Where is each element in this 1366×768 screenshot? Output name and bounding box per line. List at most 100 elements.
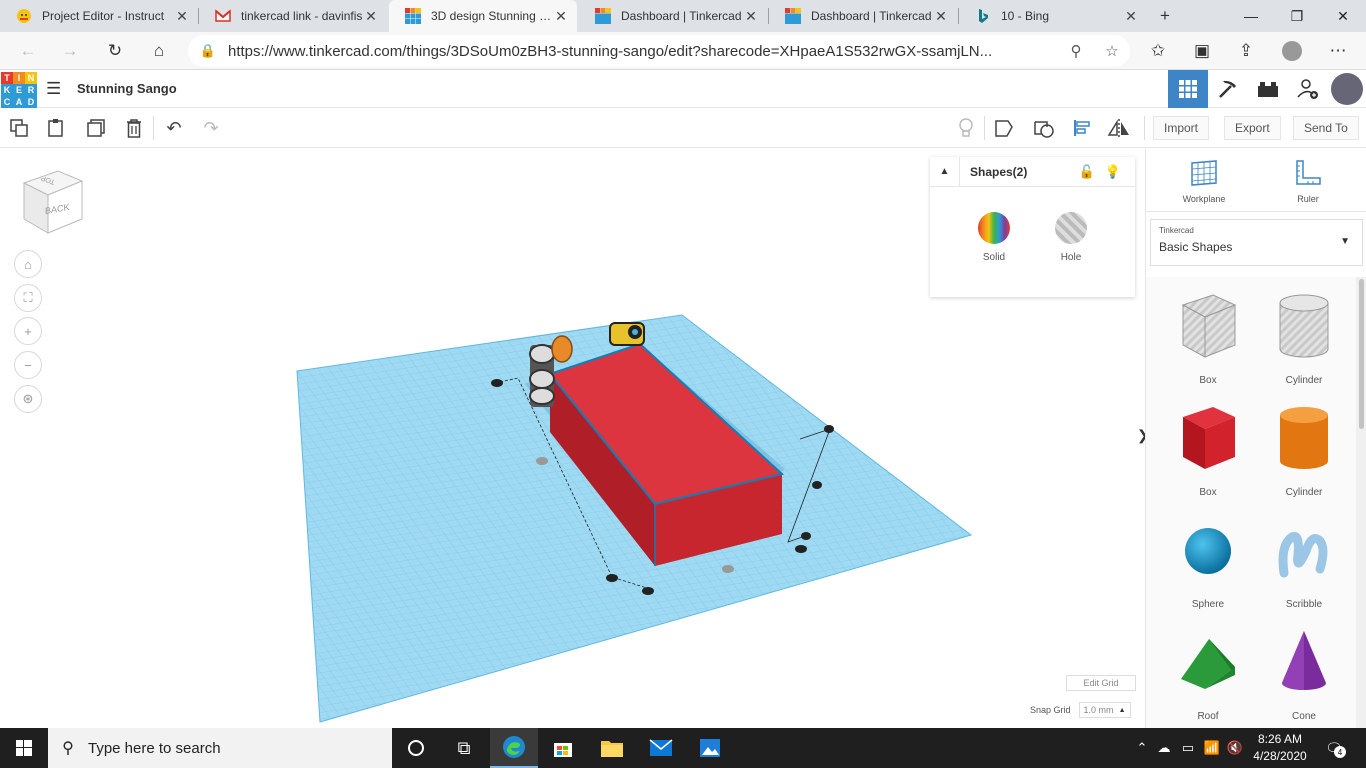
snap-grid-select[interactable]: 1.0 mm ▲ bbox=[1078, 702, 1131, 718]
battery-icon[interactable]: ▭ bbox=[1176, 740, 1200, 756]
photos-app[interactable] bbox=[686, 728, 734, 768]
back-button[interactable]: ← bbox=[12, 35, 44, 67]
browser-tab[interactable]: 10 - Bing ✕ bbox=[959, 0, 1147, 32]
add-user-button[interactable] bbox=[1288, 70, 1328, 108]
url-field[interactable]: 🔒 https://www.tinkercad.com/things/3DSoU… bbox=[188, 35, 1130, 67]
more-menu-icon[interactable]: ⋯ bbox=[1322, 35, 1354, 67]
task-view-button[interactable]: ⧉ bbox=[440, 728, 488, 768]
show-hide-button[interactable] bbox=[953, 115, 979, 141]
editor-toolbar: ↶ ↷ Import Export Send To bbox=[0, 108, 1366, 148]
mail-app[interactable] bbox=[637, 728, 685, 768]
shape-cylinder-hole[interactable]: Cylinder bbox=[1256, 287, 1352, 391]
volume-mute-icon[interactable]: 🔇 bbox=[1224, 740, 1246, 756]
window-close-button[interactable]: ✕ bbox=[1320, 0, 1366, 32]
undo-button[interactable]: ↶ bbox=[161, 115, 187, 141]
zoom-out-button[interactable]: − bbox=[14, 351, 42, 379]
shape-box[interactable]: Box bbox=[1160, 399, 1256, 503]
shapes-scrollbar[interactable] bbox=[1356, 277, 1366, 728]
shape-cylinder[interactable]: Cylinder bbox=[1256, 399, 1352, 503]
file-explorer-app[interactable] bbox=[588, 728, 636, 768]
export-button[interactable]: Export bbox=[1224, 116, 1281, 140]
send-to-button[interactable]: Send To bbox=[1293, 116, 1359, 140]
lock-icon[interactable]: 🔓 bbox=[1079, 164, 1095, 180]
minecraft-view-button[interactable] bbox=[1208, 70, 1248, 108]
3d-workspace[interactable]: TOP BACK ⌂ ⛶ + − ⊛ ▲ Shapes(2) 🔓 💡 Solid… bbox=[0, 149, 1145, 728]
copy-button[interactable] bbox=[6, 115, 32, 141]
network-icon[interactable]: 📶 bbox=[1200, 740, 1224, 756]
tinkercad-icon bbox=[785, 8, 801, 24]
shape-cone[interactable]: Cone bbox=[1256, 623, 1352, 727]
import-button[interactable]: Import bbox=[1153, 116, 1210, 140]
cortana-button[interactable] bbox=[392, 728, 440, 768]
mirror-button[interactable] bbox=[1106, 115, 1132, 141]
shape-scribble[interactable]: Scribble bbox=[1256, 511, 1352, 615]
start-button[interactable] bbox=[0, 728, 48, 768]
browser-tab[interactable]: Project Editor - Instruct ✕ bbox=[0, 0, 198, 32]
close-icon[interactable]: ✕ bbox=[1123, 8, 1139, 25]
lego-view-button[interactable] bbox=[1248, 70, 1288, 108]
taskbar-clock[interactable]: 8:26 AM 4/28/2020 bbox=[1250, 731, 1310, 765]
perspective-button[interactable]: ⊛ bbox=[14, 385, 42, 413]
share-icon[interactable]: ⇪ bbox=[1230, 35, 1262, 67]
edge-app[interactable] bbox=[490, 728, 538, 768]
fit-view-button[interactable]: ⛶ bbox=[14, 284, 42, 312]
design-list-icon[interactable]: ☰ bbox=[46, 79, 66, 99]
redo-button[interactable]: ↷ bbox=[198, 115, 224, 141]
maximize-button[interactable]: ❐ bbox=[1274, 0, 1320, 32]
duplicate-button[interactable] bbox=[83, 115, 109, 141]
collections-icon[interactable]: ▣ bbox=[1186, 35, 1218, 67]
mirror-icon bbox=[1107, 119, 1129, 137]
edit-grid-button[interactable]: Edit Grid bbox=[1066, 675, 1136, 691]
shape-label: Box bbox=[1199, 375, 1217, 386]
shape-box-hole[interactable]: Box bbox=[1160, 287, 1256, 391]
lightbulb-icon[interactable]: 💡 bbox=[1105, 164, 1121, 180]
zoom-in-button[interactable]: + bbox=[14, 317, 42, 345]
shape-library-dropdown[interactable]: Tinkercad Basic Shapes ▼ bbox=[1150, 219, 1363, 266]
home-button[interactable]: ⌂ bbox=[143, 35, 175, 67]
close-icon[interactable]: ✕ bbox=[743, 8, 759, 25]
minimize-button[interactable]: — bbox=[1228, 0, 1274, 32]
workplane-label: Workplane bbox=[1182, 194, 1226, 204]
browser-tab-active[interactable]: 3D design Stunning San ✕ bbox=[389, 0, 577, 32]
store-app[interactable] bbox=[539, 728, 587, 768]
close-icon[interactable]: ✕ bbox=[933, 8, 949, 25]
close-icon[interactable]: ✕ bbox=[363, 8, 379, 25]
paste-button[interactable] bbox=[43, 115, 69, 141]
zoom-icon[interactable]: ⚲ bbox=[1058, 42, 1094, 60]
group-button[interactable] bbox=[1031, 115, 1057, 141]
delete-button[interactable] bbox=[121, 115, 147, 141]
favorites-icon[interactable]: ✩ bbox=[1142, 35, 1174, 67]
user-avatar[interactable] bbox=[1328, 70, 1366, 108]
ruler-tool[interactable]: Ruler bbox=[1273, 159, 1343, 204]
home-view-button[interactable]: ⌂ bbox=[14, 250, 42, 278]
refresh-button[interactable]: ↻ bbox=[99, 35, 131, 67]
taskbar-search[interactable]: ⚲ Type here to search bbox=[48, 728, 392, 768]
shape-sphere[interactable]: Sphere bbox=[1160, 511, 1256, 615]
profile-icon[interactable] bbox=[1276, 35, 1308, 67]
view-cube[interactable]: TOP BACK bbox=[22, 169, 84, 235]
onedrive-icon[interactable]: ☁ bbox=[1152, 740, 1176, 756]
solid-option[interactable]: Solid bbox=[964, 203, 1024, 263]
forward-button[interactable]: → bbox=[54, 35, 86, 67]
new-tab-button[interactable]: + bbox=[1149, 0, 1181, 32]
chevron-up-icon[interactable]: ⌃ bbox=[1132, 740, 1152, 756]
align-button[interactable] bbox=[1069, 115, 1095, 141]
close-icon[interactable]: ✕ bbox=[174, 8, 190, 25]
mail-icon bbox=[649, 739, 673, 756]
favorite-star-icon[interactable]: ☆ bbox=[1094, 42, 1130, 60]
scrollbar-thumb[interactable] bbox=[1359, 279, 1364, 429]
3d-view-button[interactable] bbox=[1168, 70, 1208, 108]
browser-tab[interactable]: Dashboard | Tinkercad ✕ bbox=[769, 0, 957, 32]
tinkercad-logo[interactable]: T I N K E R C A D bbox=[1, 72, 37, 108]
browser-tab[interactable]: Dashboard | Tinkercad ✕ bbox=[579, 0, 767, 32]
note-button[interactable] bbox=[991, 115, 1017, 141]
close-icon[interactable]: ✕ bbox=[553, 8, 569, 25]
browser-tab[interactable]: tinkercad link - davinfis ✕ bbox=[199, 0, 387, 32]
workplane-tool[interactable]: Workplane bbox=[1169, 159, 1239, 204]
collapse-inspector-button[interactable]: ▲ bbox=[930, 156, 960, 187]
hole-option[interactable]: Hole bbox=[1041, 203, 1101, 263]
scribble-icon bbox=[1278, 531, 1328, 578]
shape-roof[interactable]: Roof bbox=[1160, 623, 1256, 727]
chevron-right-icon[interactable]: ❯ bbox=[1137, 427, 1145, 455]
design-title[interactable]: Stunning Sango bbox=[77, 81, 177, 96]
